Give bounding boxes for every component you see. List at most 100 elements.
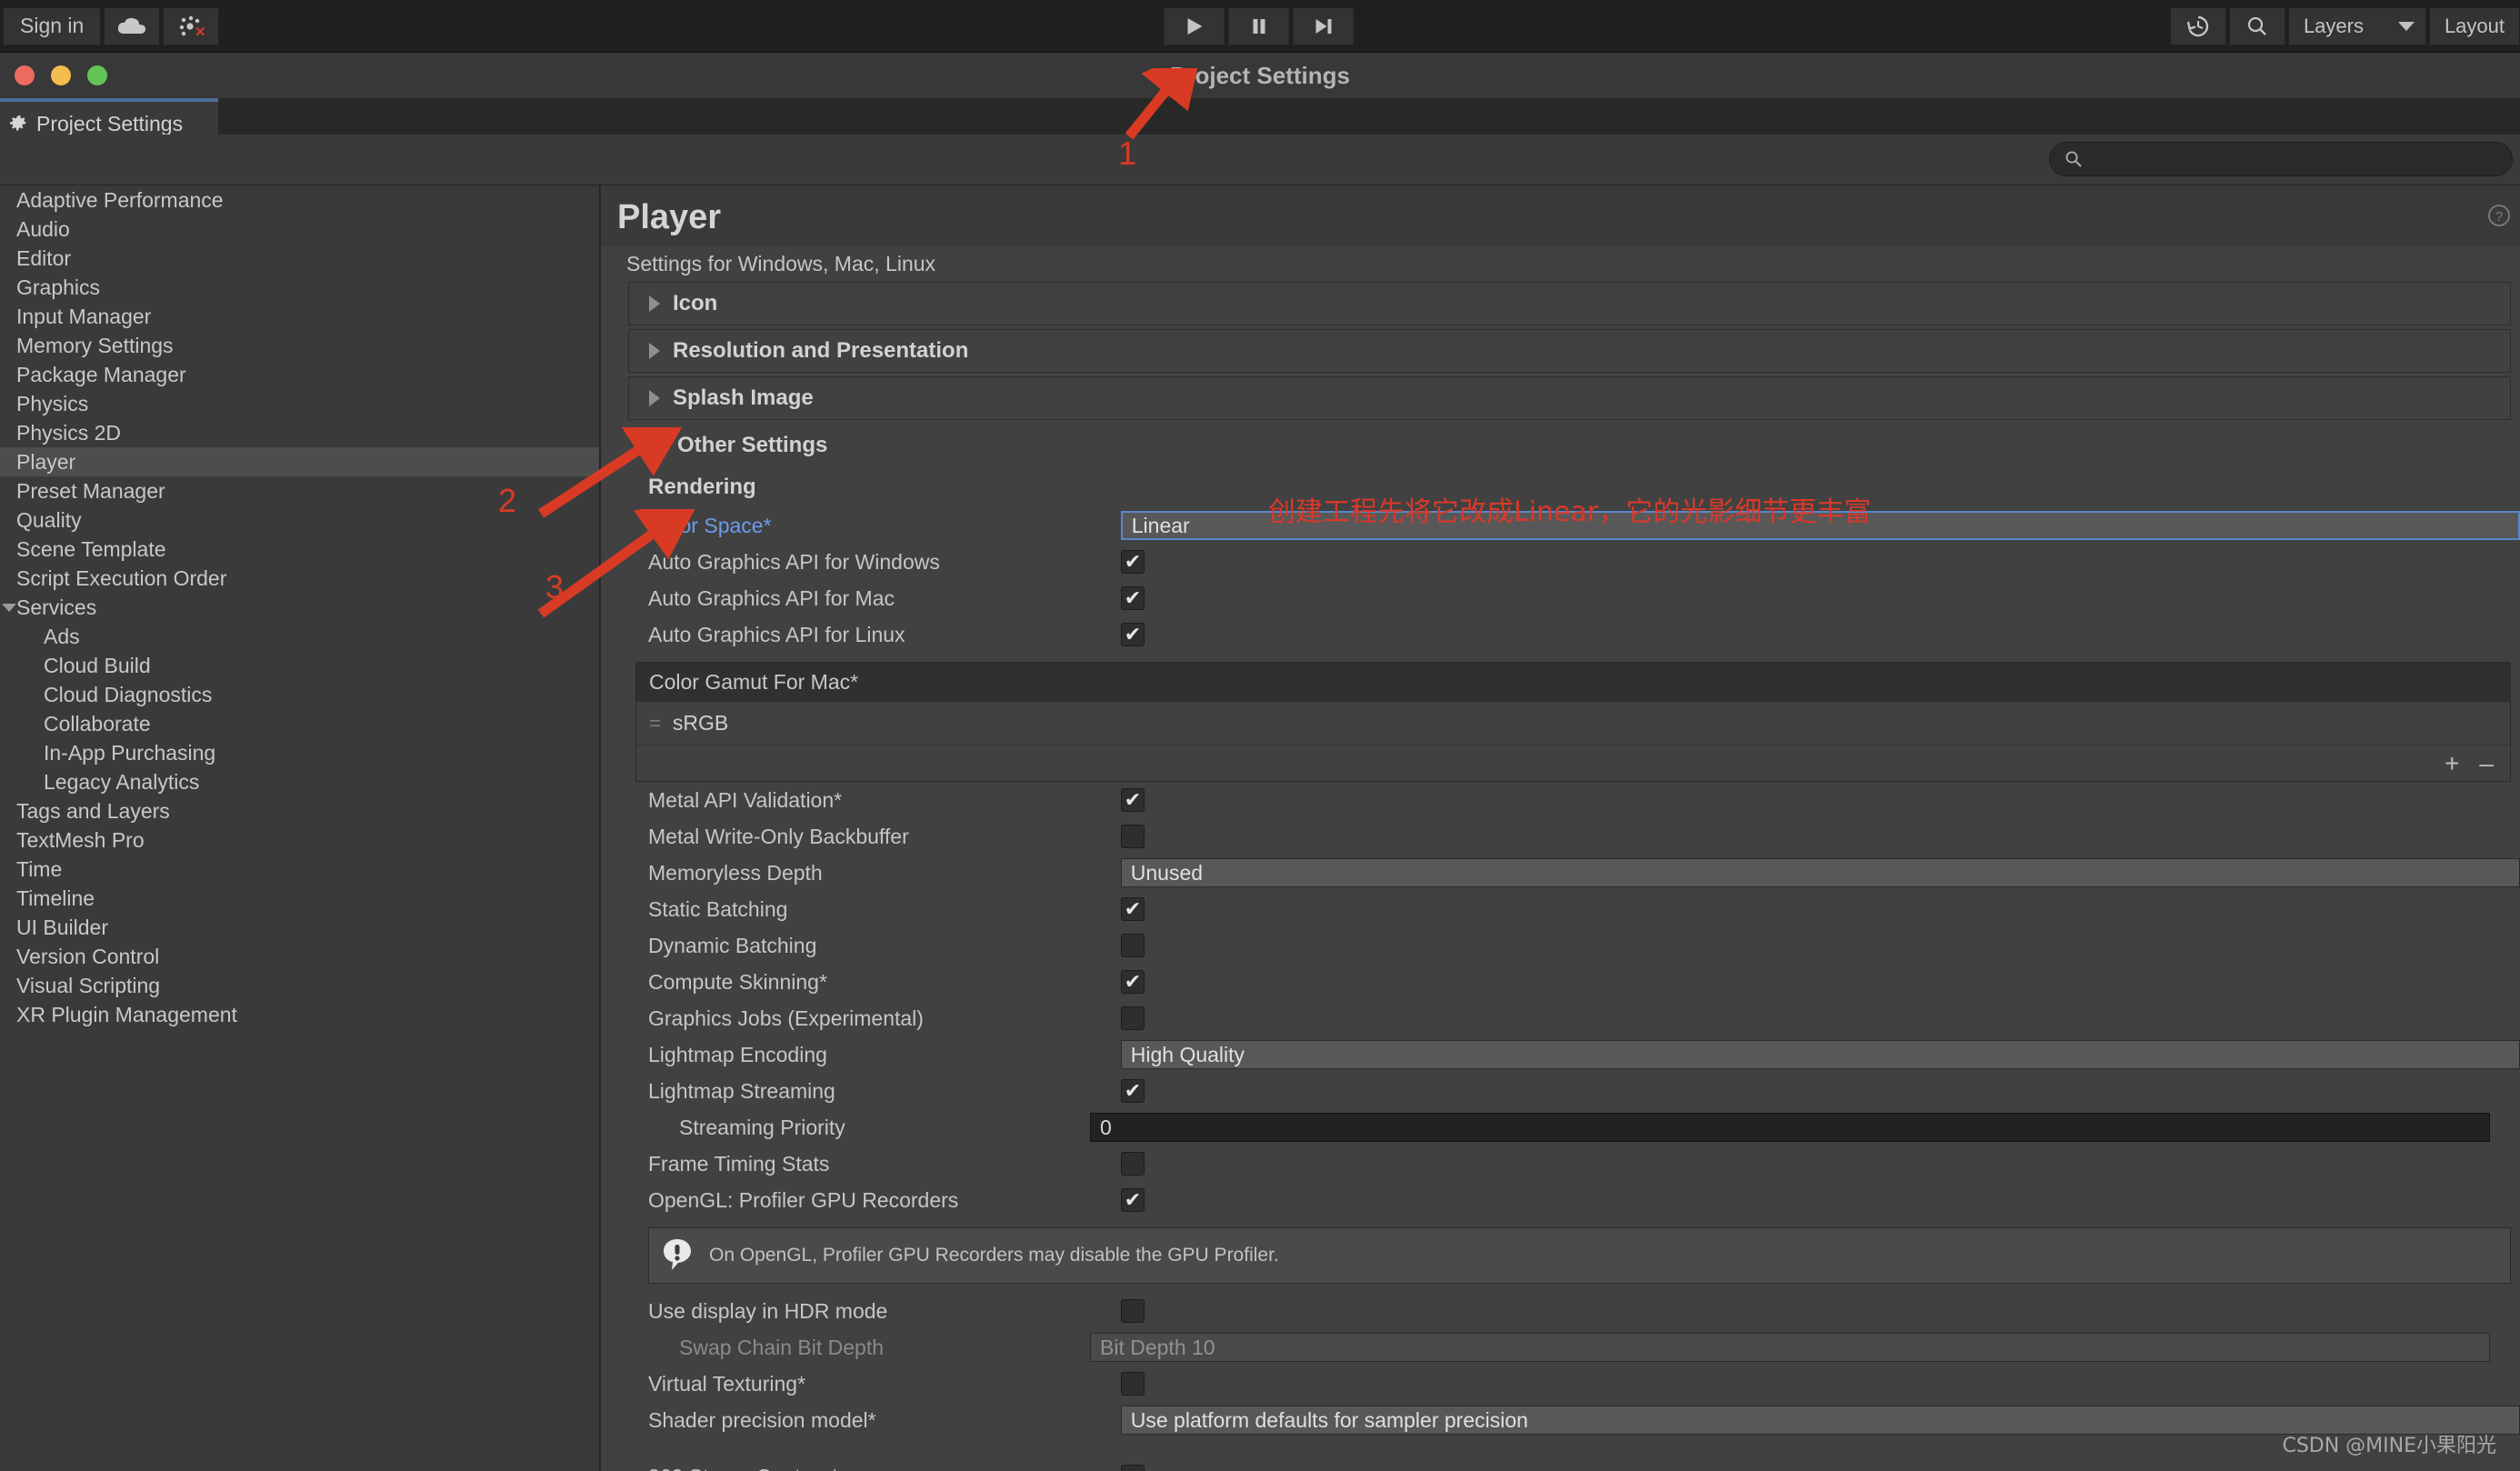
checkbox-frame-timing-stats[interactable] [1121, 1152, 1145, 1176]
add-gamut-button[interactable]: + [2445, 750, 2459, 776]
property-label-color-space[interactable]: Color Space* [648, 514, 1121, 538]
sidebar-item-physics-2d[interactable]: Physics 2D [0, 418, 599, 447]
annotation-number-1: 1 [1118, 135, 1137, 172]
settings-content: Icon Resolution and Presentation Splash Im… [601, 282, 2520, 1471]
checkbox-opengl-profiler-gpu-recorders[interactable] [1121, 1188, 1145, 1212]
sidebar-item-tags-and-layers[interactable]: Tags and Layers [0, 796, 599, 826]
sidebar-item-label: Time [16, 856, 63, 881]
sidebar-item-scene-template[interactable]: Scene Template [0, 535, 599, 564]
dropdown-lightmap-encoding[interactable]: High Quality [1120, 1040, 2520, 1069]
sidebar-item-time[interactable]: Time [0, 855, 599, 884]
cloud-icon[interactable] [104, 6, 161, 45]
checkbox-virtual-texturing[interactable] [1121, 1372, 1145, 1396]
checkbox-graphics-jobs-experimental[interactable] [1121, 1006, 1145, 1030]
annotation-number-3: 3 [545, 568, 565, 605]
sidebar-item-version-control[interactable]: Version Control [0, 942, 599, 971]
sidebar-item-textmesh-pro[interactable]: TextMesh Pro [0, 826, 599, 855]
sidebar-item-visual-scripting[interactable]: Visual Scripting [0, 971, 599, 1000]
sidebar-item-label: Cloud Diagnostics [44, 682, 213, 706]
checkbox-auto-graphics-api-for-linux[interactable] [1121, 623, 1145, 646]
foldout-label: Icon [673, 291, 718, 315]
sidebar-item-package-manager[interactable]: Package Manager [0, 360, 599, 389]
remove-gamut-button[interactable]: – [2479, 750, 2494, 776]
checkbox-metal-write-only-backbuffer[interactable] [1121, 825, 1145, 848]
checkbox-static-batching[interactable] [1121, 897, 1145, 921]
sidebar-item-ui-builder[interactable]: UI Builder [0, 913, 599, 942]
settings-sidebar[interactable]: Adaptive Performance Audio Editor Graphics I… [0, 185, 600, 1471]
checkbox-use-display-in-hdr-mode[interactable] [1121, 1299, 1145, 1323]
pause-icon[interactable] [1227, 6, 1290, 45]
other-settings-header[interactable]: Other Settings [628, 424, 2511, 467]
sidebar-item-input-manager[interactable]: Input Manager [0, 302, 599, 331]
sidebar-item-xr-plugin-management[interactable]: XR Plugin Management [0, 1000, 599, 1029]
search-icon[interactable] [2228, 6, 2285, 45]
sidebar-item-label: Script Execution Order [16, 565, 227, 590]
chevron-down-icon[interactable] [2, 603, 16, 612]
step-icon[interactable] [1292, 6, 1355, 45]
sidebar-item-script-execution-order[interactable]: Script Execution Order [0, 564, 599, 593]
number-field-streaming-priority[interactable]: 0 [1090, 1113, 2490, 1142]
search-input[interactable] [2090, 148, 2481, 170]
sidebar-item-cloud-build[interactable]: Cloud Build [0, 651, 599, 680]
sidebar-item-cloud-diagnostics[interactable]: Cloud Diagnostics [0, 680, 599, 709]
settings-main-panel: Player ? Settings for Windows, Mac, Linu… [601, 185, 2520, 1471]
sidebar-item-memory-settings[interactable]: Memory Settings [0, 331, 599, 360]
checkbox-auto-graphics-api-for-mac[interactable] [1121, 586, 1145, 610]
checkbox-compute-skinning[interactable] [1121, 970, 1145, 994]
chevron-right-icon [649, 343, 660, 359]
rendering-rows-2: Metal API Validation* Metal Write-Only Ba… [617, 782, 2520, 1218]
collab-error-icon[interactable]: ✕ [163, 6, 220, 45]
property-row-360-stereo-capture: 360 Stereo Capture* [617, 1458, 2520, 1471]
minimize-button[interactable] [51, 65, 71, 85]
checkbox-360-stereo-capture[interactable] [1121, 1465, 1145, 1471]
sidebar-item-ads[interactable]: Ads [0, 622, 599, 651]
sidebar-item-player[interactable]: Player [0, 447, 599, 476]
foldout-icon[interactable]: Icon [628, 282, 2511, 325]
sidebar-item-editor[interactable]: Editor [0, 244, 599, 273]
property-label-graphics-jobs-experimental: Graphics Jobs (Experimental) [648, 1006, 924, 1030]
property-row-metal-api-validation: Metal API Validation* [617, 782, 2520, 818]
sidebar-item-graphics[interactable]: Graphics [0, 273, 599, 302]
sidebar-item-legacy-analytics[interactable]: Legacy Analytics [0, 767, 599, 796]
playback-controls [1163, 6, 1357, 45]
sidebar-item-in-app-purchasing[interactable]: In-App Purchasing [0, 738, 599, 767]
foldout-label: Splash Image [673, 385, 814, 410]
history-icon[interactable] [2169, 6, 2226, 45]
checkbox-dynamic-batching[interactable] [1121, 934, 1145, 957]
sidebar-item-physics[interactable]: Physics [0, 389, 599, 418]
play-icon[interactable] [1163, 6, 1225, 45]
sidebar-item-label: Collaborate [44, 711, 151, 736]
chevron-down-icon [648, 440, 665, 451]
help-icon[interactable]: ? [2487, 204, 2511, 227]
foldout-resolution-and-presentation[interactable]: Resolution and Presentation [628, 329, 2511, 373]
annotation-note-chinese: 创建工程先将它改成Linear，它的光影细节更丰富 [1268, 496, 1872, 528]
dropdown-swap-chain-bit-depth[interactable]: Bit Depth 10 [1090, 1333, 2490, 1362]
list-item[interactable]: = sRGB [636, 702, 2510, 745]
sidebar-item-services[interactable]: Services [0, 593, 599, 622]
sign-in-button[interactable]: Sign in [3, 6, 102, 45]
dropdown-memoryless-depth[interactable]: Unused [1120, 858, 2520, 887]
sidebar-item-timeline[interactable]: Timeline [0, 884, 599, 913]
sidebar-item-collaborate[interactable]: Collaborate [0, 709, 599, 738]
property-row-frame-timing-stats: Frame Timing Stats [617, 1146, 2520, 1182]
maximize-button[interactable] [87, 65, 107, 85]
sidebar-item-label: Memory Settings [16, 333, 174, 357]
layers-dropdown[interactable]: Layers [2287, 6, 2426, 45]
property-row-lightmap-streaming: Lightmap Streaming [617, 1073, 2520, 1109]
drag-handle-icon[interactable]: = [649, 712, 661, 736]
page-title: Player [617, 198, 722, 236]
chevron-right-icon [649, 390, 660, 406]
checkbox-auto-graphics-api-for-windows[interactable] [1121, 550, 1145, 574]
search-box[interactable] [2049, 142, 2513, 176]
sidebar-item-label: Audio [16, 216, 70, 241]
sidebar-item-adaptive-performance[interactable]: Adaptive Performance [0, 185, 599, 215]
property-label-virtual-texturing: Virtual Texturing* [648, 1371, 806, 1396]
property-label-360-stereo-capture: 360 Stereo Capture* [648, 1465, 1121, 1471]
close-button[interactable] [15, 65, 35, 85]
checkbox-metal-api-validation[interactable] [1121, 788, 1145, 812]
foldout-splash-image[interactable]: Splash Image [628, 376, 2511, 420]
sidebar-item-audio[interactable]: Audio [0, 215, 599, 244]
checkbox-lightmap-streaming[interactable] [1121, 1079, 1145, 1103]
layout-dropdown[interactable]: Layout [2428, 6, 2520, 45]
sidebar-item-label: Preset Manager [16, 478, 165, 503]
